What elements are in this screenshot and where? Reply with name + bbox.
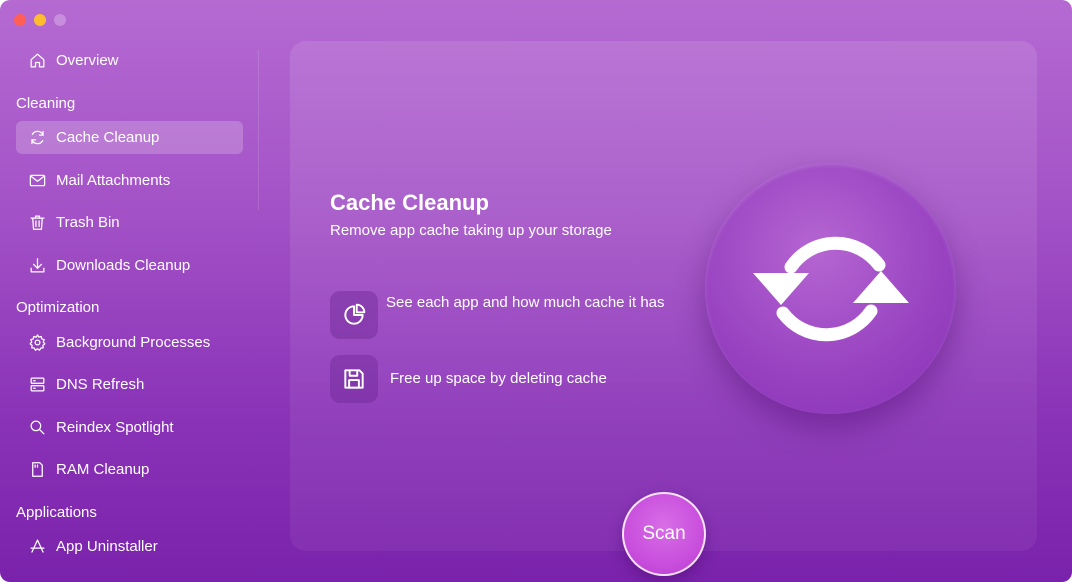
sidebar-item-app-uninstaller[interactable]: App Uninstaller — [16, 530, 243, 563]
server-icon — [27, 375, 47, 395]
app-window: Overview Cleaning Cache Cleanup Mail Att… — [0, 0, 1072, 582]
section-label-cleaning: Cleaning — [16, 95, 76, 112]
floppy-disk-icon — [330, 355, 378, 403]
sidebar-item-label: Downloads Cleanup — [56, 257, 191, 274]
pie-chart-icon — [330, 291, 378, 339]
sidebar-item-dns-refresh[interactable]: DNS Refresh — [16, 368, 243, 401]
section-label-applications: Applications — [16, 504, 97, 521]
home-icon — [27, 51, 47, 71]
feature-text: See each app and how much cache it has — [386, 294, 665, 311]
page-subtitle: Remove app cache taking up your storage — [330, 222, 612, 239]
gear-icon — [27, 333, 47, 353]
sidebar-item-label: Overview — [56, 52, 119, 69]
sidebar-item-cache-cleanup[interactable]: Cache Cleanup — [16, 121, 243, 154]
refresh-icon — [752, 236, 909, 341]
hero-graphic — [705, 163, 956, 414]
feature-text: Free up space by deleting cache — [390, 370, 607, 387]
mail-icon — [27, 171, 47, 191]
section-label-optimization: Optimization — [16, 299, 100, 316]
sidebar-item-mail-attachments[interactable]: Mail Attachments — [16, 164, 243, 197]
sidebar-item-label: Mail Attachments — [56, 172, 171, 189]
app-store-icon — [27, 537, 47, 557]
search-icon — [27, 418, 47, 438]
sidebar-item-label: Reindex Spotlight — [56, 419, 174, 436]
page-title: Cache Cleanup — [330, 190, 489, 215]
sidebar-item-label: Trash Bin — [56, 214, 120, 231]
sidebar-item-label: Cache Cleanup — [56, 129, 160, 146]
sidebar-item-downloads-cleanup[interactable]: Downloads Cleanup — [16, 249, 243, 282]
sidebar-divider — [258, 50, 259, 210]
sidebar-item-label: App Uninstaller — [56, 538, 158, 555]
sidebar: Overview Cleaning Cache Cleanup Mail Att… — [0, 0, 258, 582]
sidebar-item-label: RAM Cleanup — [56, 461, 150, 478]
trash-icon — [27, 213, 47, 233]
feature-free-up-space: Free up space by deleting cache — [330, 355, 690, 403]
refresh-icon — [27, 128, 47, 148]
sidebar-item-background-processes[interactable]: Background Processes — [16, 326, 243, 359]
feature-app-cache-overview: See each app and how much cache it has — [330, 291, 686, 339]
sidebar-item-label: Background Processes — [56, 334, 211, 351]
sidebar-item-label: DNS Refresh — [56, 376, 145, 393]
download-icon — [27, 256, 47, 276]
sidebar-item-ram-cleanup[interactable]: RAM Cleanup — [16, 453, 243, 486]
scan-button[interactable]: Scan — [622, 492, 706, 576]
memory-card-icon — [27, 460, 47, 480]
sidebar-item-reindex-spotlight[interactable]: Reindex Spotlight — [16, 411, 243, 444]
sidebar-item-overview[interactable]: Overview — [16, 44, 243, 77]
sidebar-item-trash-bin[interactable]: Trash Bin — [16, 206, 243, 239]
